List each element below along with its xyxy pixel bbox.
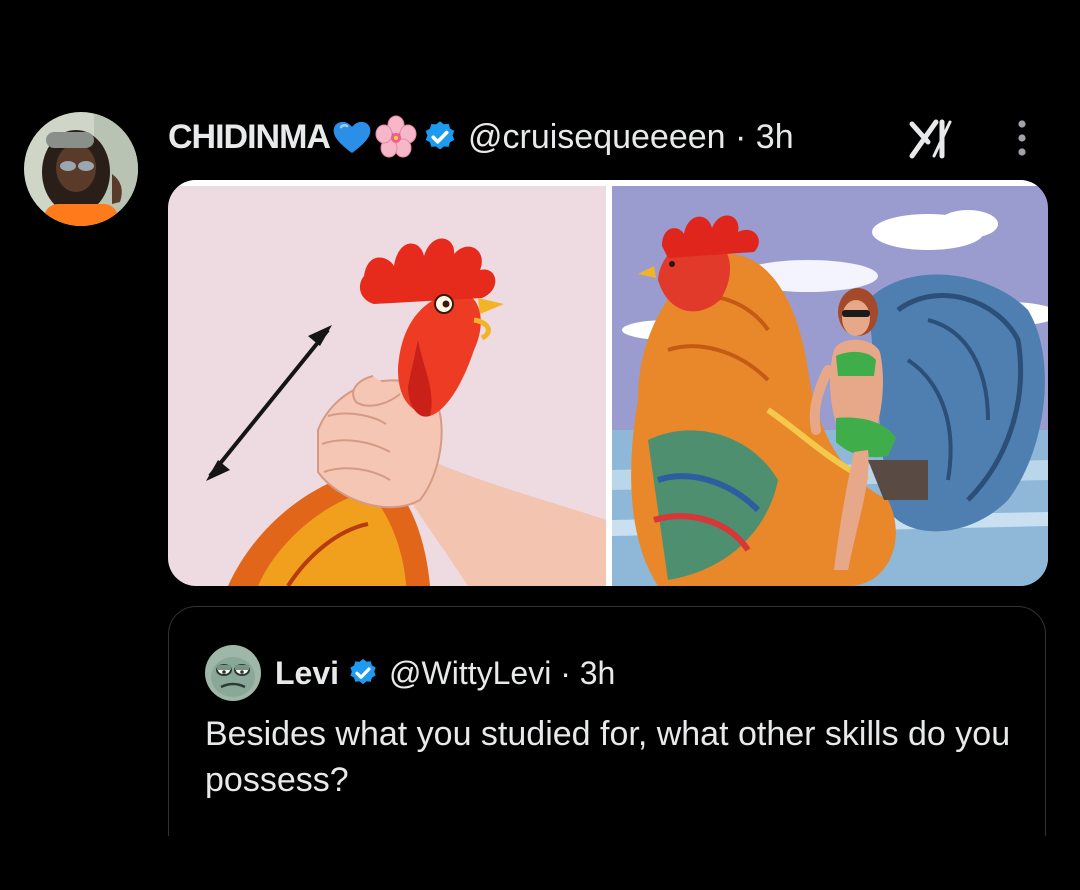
right-panel-illustration — [612, 180, 1048, 586]
quoted-author-handle[interactable]: @WittyLevi — [389, 655, 551, 691]
grok-icon[interactable] — [906, 116, 954, 160]
quoted-post-text: Besides what you studied for, what other… — [205, 715, 1011, 799]
author-handle-and-time[interactable]: @cruisequeeeen · 3h — [468, 118, 794, 157]
blue-heart-icon — [333, 121, 371, 153]
quoted-post-timestamp[interactable]: 3h — [580, 655, 616, 691]
meta-separator: · — [560, 654, 571, 691]
post-header: CHIDINMA @cruisequeeeen · 3h — [168, 112, 794, 162]
tweet[interactable]: CHIDINMA @cruisequeeeen · 3h Levi @Witty… — [0, 0, 1080, 890]
author-avatar[interactable] — [24, 112, 138, 226]
quoted-author-display-name[interactable]: Levi — [275, 655, 339, 692]
author-display-name[interactable]: CHIDINMA — [168, 118, 331, 157]
author-handle[interactable]: @cruisequeeeen — [468, 118, 726, 156]
quoted-avatar-image — [205, 645, 261, 701]
meta-separator: · — [735, 117, 747, 156]
quoted-author-handle-and-time[interactable]: @WittyLevi · 3h — [389, 655, 615, 692]
quoted-post-header: Levi @WittyLevi · 3h — [205, 645, 615, 701]
quoted-post[interactable]: Levi @WittyLevi · 3h Besides what you st… — [168, 606, 1046, 836]
left-panel-illustration — [168, 180, 606, 586]
post-media-image — [168, 180, 1048, 586]
quoted-author-avatar[interactable] — [205, 645, 261, 701]
avatar-image — [24, 112, 138, 226]
cherry-blossom-icon — [375, 115, 417, 158]
more-vertical-icon[interactable] — [1010, 118, 1034, 158]
post-media[interactable] — [168, 180, 1048, 586]
verified-badge-icon — [425, 121, 455, 150]
verified-badge-icon — [350, 659, 376, 685]
post-timestamp[interactable]: 3h — [756, 118, 794, 156]
